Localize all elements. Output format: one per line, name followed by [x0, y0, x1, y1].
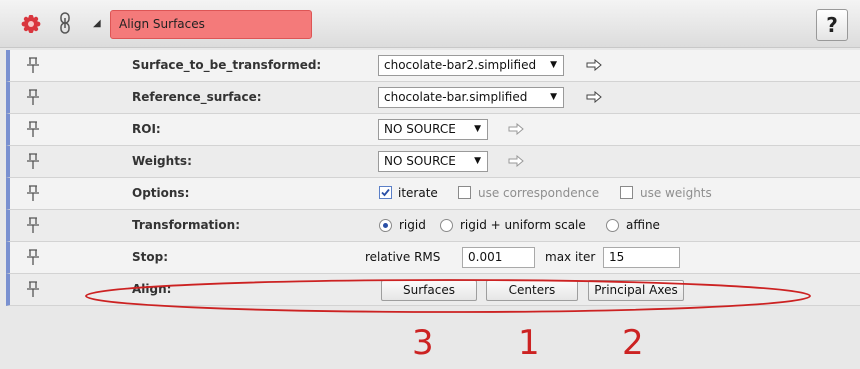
expand-triangle-icon[interactable]: ◢ [93, 18, 101, 29]
field-label: Options: [132, 186, 190, 200]
row-surface-to-be-transformed: Surface_to_be_transformed: chocolate-bar… [6, 50, 860, 82]
chevron-down-icon: ▼ [550, 92, 557, 102]
arrow-right-icon[interactable] [508, 155, 524, 167]
relative-rms-label: relative RMS [365, 250, 441, 264]
pin-icon[interactable] [26, 121, 40, 138]
field-label: Align: [132, 282, 172, 296]
pin-icon[interactable] [26, 185, 40, 202]
select-value: chocolate-bar.simplified [384, 90, 528, 104]
max-iter-input[interactable]: 15 [603, 247, 680, 268]
module-header: ◢ Align Surfaces ? [0, 0, 860, 48]
align-surfaces-button[interactable]: Surfaces [381, 280, 477, 301]
chevron-down-icon: ▼ [550, 60, 557, 70]
iterate-label: iterate [398, 186, 438, 200]
field-label: ROI: [132, 122, 161, 136]
row-weights: Weights: NO SOURCE ▼ [6, 146, 860, 178]
affine-radio[interactable] [606, 219, 619, 232]
pin-icon[interactable] [26, 249, 40, 266]
chevron-down-icon: ▼ [474, 124, 481, 134]
row-stop: Stop: relative RMS 0.001 max iter 15 [6, 242, 860, 274]
arrow-right-icon[interactable] [586, 59, 602, 71]
row-align: Align: Surfaces Centers Principal Axes [6, 274, 860, 306]
iterate-checkbox[interactable] [379, 186, 392, 199]
align-centers-button[interactable]: Centers [486, 280, 578, 301]
pin-icon[interactable] [26, 153, 40, 170]
rigid-uniform-scale-label: rigid + uniform scale [460, 218, 586, 232]
relative-rms-input[interactable]: 0.001 [462, 247, 535, 268]
pin-icon[interactable] [26, 217, 40, 234]
row-options: Options: iterate use correspondence use … [6, 178, 860, 210]
port-list: Surface_to_be_transformed: chocolate-bar… [6, 50, 860, 306]
arrow-right-icon[interactable] [508, 123, 524, 135]
field-label: Weights: [132, 154, 192, 168]
row-transformation: Transformation: rigid rigid + uniform sc… [6, 210, 860, 242]
use-weights-checkbox[interactable] [620, 186, 633, 199]
rigid-label: rigid [399, 218, 426, 232]
max-iter-label: max iter [545, 250, 596, 264]
arrow-right-icon[interactable] [586, 91, 602, 103]
annotation-number: 1 [518, 323, 540, 363]
weights-select[interactable]: NO SOURCE ▼ [378, 151, 488, 172]
align-principal-axes-button[interactable]: Principal Axes [588, 280, 684, 301]
module-title[interactable]: Align Surfaces [110, 10, 312, 39]
select-value: NO SOURCE [384, 122, 456, 136]
annotation-number: 2 [622, 323, 644, 363]
row-reference-surface: Reference_surface: chocolate-bar.simplif… [6, 82, 860, 114]
rigid-uniform-scale-radio[interactable] [440, 219, 453, 232]
pin-icon[interactable] [26, 281, 40, 298]
use-correspondence-checkbox[interactable] [458, 186, 471, 199]
field-label: Stop: [132, 250, 169, 264]
pin-icon[interactable] [26, 89, 40, 106]
select-value: NO SOURCE [384, 154, 456, 168]
surface-to-be-transformed-select[interactable]: chocolate-bar2.simplified ▼ [378, 55, 564, 76]
checkmark-icon [381, 188, 390, 197]
reference-surface-select[interactable]: chocolate-bar.simplified ▼ [378, 87, 564, 108]
gear-icon[interactable] [20, 15, 42, 33]
affine-label: affine [626, 218, 660, 232]
field-label: Surface_to_be_transformed: [132, 58, 322, 72]
field-label: Transformation: [132, 218, 240, 232]
select-value: chocolate-bar2.simplified [384, 58, 537, 72]
field-label: Reference_surface: [132, 90, 262, 104]
roi-select[interactable]: NO SOURCE ▼ [378, 119, 488, 140]
rigid-radio[interactable] [379, 219, 392, 232]
pin-icon[interactable] [26, 57, 40, 74]
use-weights-label: use weights [640, 186, 712, 200]
chevron-down-icon: ▼ [474, 156, 481, 166]
row-roi: ROI: NO SOURCE ▼ [6, 114, 860, 146]
use-correspondence-label: use correspondence [478, 186, 600, 200]
help-button[interactable]: ? [816, 9, 848, 41]
link-icon[interactable] [59, 12, 71, 34]
annotation-number: 3 [412, 323, 434, 363]
